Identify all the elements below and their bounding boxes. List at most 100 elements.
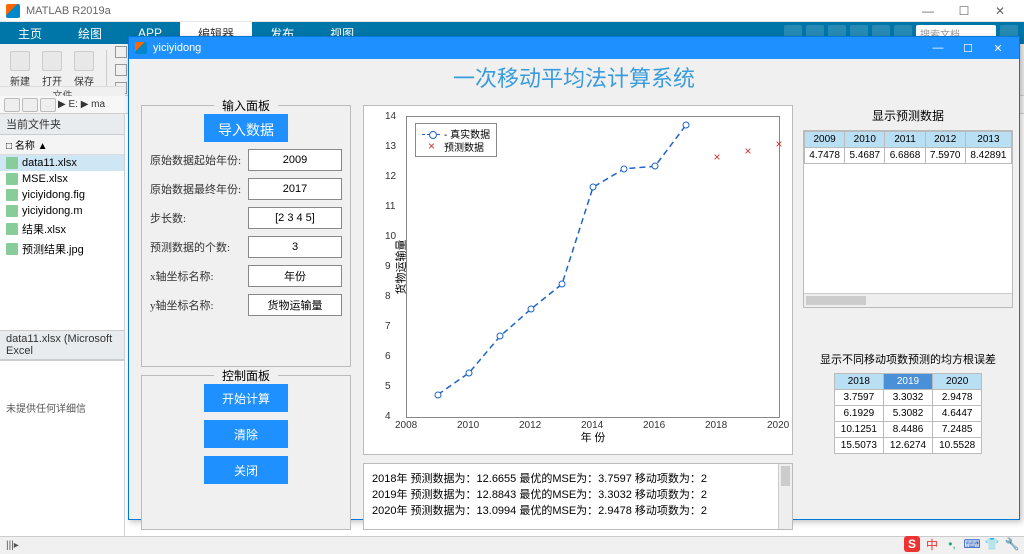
end-year-field[interactable]: 2017 xyxy=(248,178,342,200)
minimize-button[interactable]: — xyxy=(910,4,946,18)
forecast-data-title: 显示预测数据 xyxy=(803,107,1013,124)
open-button[interactable]: 打开 xyxy=(38,49,66,90)
rmse-title: 显示不同移动项数预测的均方根误差 xyxy=(803,351,1013,367)
pred-point: × xyxy=(744,145,751,157)
new-button[interactable]: 新建 xyxy=(6,49,34,90)
input-panel: 输入面板 导入数据 原始数据起始年份:2009 原始数据最终年份:2017 步长… xyxy=(141,105,351,367)
jpg-icon xyxy=(6,243,18,255)
details-pane: 未提供任何详细信 xyxy=(0,360,124,536)
new-icon xyxy=(10,51,30,71)
main-title: 一次移动平均法计算系统 xyxy=(129,61,1019,93)
file-item[interactable]: 预测结果.jpg xyxy=(0,239,124,259)
forecast-table[interactable]: 20092010201120122013 4.74785.46876.68687… xyxy=(804,131,1012,164)
current-folder-title: 当前文件夹 xyxy=(0,114,124,135)
rmse-table[interactable]: 2018201920203.75973.30322.94786.19295.30… xyxy=(834,373,982,454)
tab-plots[interactable]: 绘图 xyxy=(60,22,120,44)
xname-field[interactable]: 年份 xyxy=(248,265,342,287)
details-header: data11.xlsx (Microsoft Excel xyxy=(0,330,124,360)
current-path[interactable]: ▶ E: ▶ ma xyxy=(58,99,105,110)
compare-icon xyxy=(115,46,127,58)
yname-label: y轴坐标名称: xyxy=(150,297,248,313)
figure-title: yiciyidong xyxy=(153,42,201,54)
forward-button[interactable] xyxy=(22,98,38,112)
x-axis-label: 年 份 xyxy=(581,429,606,445)
ime-lang-icon[interactable]: 中 xyxy=(924,536,940,552)
input-panel-title: 输入面板 xyxy=(214,97,278,114)
ime-tray: S 中 •, ⌨ 👕 🔧 xyxy=(904,536,1020,552)
file-item[interactable]: 结果.xlsx xyxy=(0,219,124,239)
pred-point: × xyxy=(775,138,782,150)
figure-maximize-button[interactable]: ☐ xyxy=(953,42,983,55)
data-point xyxy=(621,165,628,172)
data-point xyxy=(559,281,566,288)
start-year-field[interactable]: 2009 xyxy=(248,149,342,171)
file-item[interactable]: yiciyidong.m xyxy=(0,203,124,219)
open-icon xyxy=(42,51,62,71)
file-list-header[interactable]: □ 名称 ▲ xyxy=(0,135,124,155)
figure-logo-icon xyxy=(135,42,147,54)
status-bar: |||▸ xyxy=(0,536,1024,554)
app-title: MATLAB R2019a xyxy=(26,5,910,17)
data-point xyxy=(590,184,597,191)
step-label: 步长数: xyxy=(150,210,248,226)
file-item[interactable]: yiciyidong.fig xyxy=(0,187,124,203)
start-year-label: 原始数据起始年份: xyxy=(150,152,248,168)
ime-skin-icon[interactable]: 👕 xyxy=(984,536,1000,552)
figure-close-button[interactable]: ✕ xyxy=(983,42,1013,55)
scrollbar[interactable] xyxy=(778,464,792,529)
start-button[interactable]: 开始计算 xyxy=(204,384,288,412)
h-scrollbar[interactable] xyxy=(804,293,1012,307)
data-point xyxy=(528,306,535,313)
predn-field[interactable]: 3 xyxy=(248,236,342,258)
rmse-panel: 显示不同移动项数预测的均方根误差 2018201920203.75973.303… xyxy=(803,349,1013,529)
file-item[interactable]: MSE.xlsx xyxy=(0,171,124,187)
sogou-icon[interactable]: S xyxy=(904,536,920,552)
xname-label: x轴坐标名称: xyxy=(150,268,248,284)
end-year-label: 原始数据最终年份: xyxy=(150,181,248,197)
clear-button[interactable]: 清除 xyxy=(204,420,288,448)
chart-axes: - 真实数据 预测数据 货物运输量 年 份 200820102012201420… xyxy=(363,105,793,455)
up-button[interactable] xyxy=(40,98,56,112)
step-field[interactable]: [2 3 4 5] xyxy=(248,207,342,229)
m-icon xyxy=(6,205,18,217)
data-point xyxy=(652,163,659,170)
save-icon xyxy=(74,51,94,71)
data-point xyxy=(466,369,473,376)
predn-label: 预测数据的个数: xyxy=(150,239,248,255)
back-button[interactable] xyxy=(4,98,20,112)
file-item[interactable]: data11.xlsx xyxy=(0,155,124,171)
matlab-logo-icon xyxy=(6,4,20,18)
close-button[interactable]: ✕ xyxy=(982,4,1018,18)
data-point xyxy=(683,122,690,129)
ime-punct-icon[interactable]: •, xyxy=(944,536,960,552)
figure-window: yiciyidong — ☐ ✕ 一次移动平均法计算系统 输入面板 导入数据 原… xyxy=(128,36,1020,520)
forecast-data-panel: 显示预测数据 20092010201120122013 4.74785.4687… xyxy=(803,105,1013,337)
legend-marker-real xyxy=(422,129,440,139)
figure-minimize-button[interactable]: — xyxy=(923,42,953,54)
legend-marker-pred xyxy=(422,142,440,152)
data-point xyxy=(497,333,504,340)
ime-tool-icon[interactable]: 🔧 xyxy=(1004,536,1020,552)
maximize-button[interactable]: ☐ xyxy=(946,4,982,18)
xlsx-icon xyxy=(6,223,18,235)
fig-icon xyxy=(6,189,18,201)
save-button[interactable]: 保存 xyxy=(70,49,98,90)
pred-point: × xyxy=(713,151,720,163)
close-figure-button[interactable]: 关闭 xyxy=(204,456,288,484)
data-point xyxy=(435,391,442,398)
control-panel: 控制面板 开始计算 清除 关闭 xyxy=(141,375,351,530)
yname-field[interactable]: 货物运输量 xyxy=(248,294,342,316)
figure-titlebar[interactable]: yiciyidong — ☐ ✕ xyxy=(129,37,1019,59)
tab-home[interactable]: 主页 xyxy=(0,22,60,44)
output-text[interactable]: 2018年 预测数据为：12.6655 最优的MSE为：3.7597 移动项数为… xyxy=(363,463,793,530)
matlab-titlebar: MATLAB R2019a — ☐ ✕ xyxy=(0,0,1024,22)
print-icon xyxy=(115,64,127,76)
current-folder-panel: 当前文件夹 □ 名称 ▲ data11.xlsx MSE.xlsx yiciyi… xyxy=(0,114,125,536)
import-data-button[interactable]: 导入数据 xyxy=(204,114,288,142)
xlsx-icon xyxy=(6,173,18,185)
legend: - 真实数据 预测数据 xyxy=(415,123,497,157)
ime-keyboard-icon[interactable]: ⌨ xyxy=(964,536,980,552)
control-panel-title: 控制面板 xyxy=(214,367,278,384)
xlsx-icon xyxy=(6,157,18,169)
chart-line xyxy=(407,117,779,417)
